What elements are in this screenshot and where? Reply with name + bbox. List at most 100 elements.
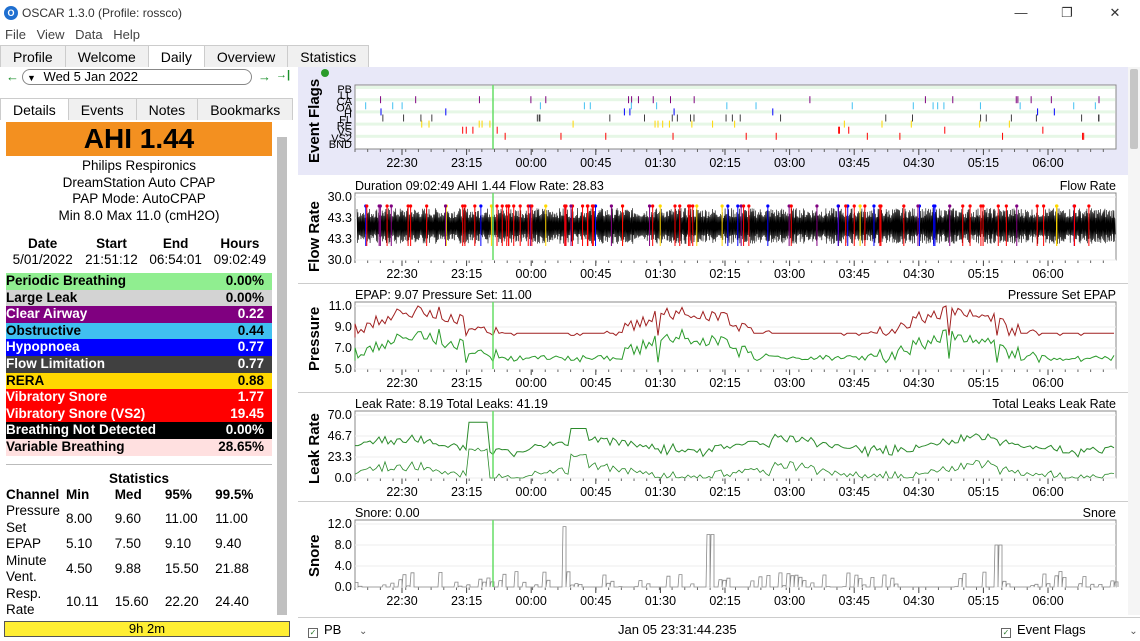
graph-selector-value: Event Flags xyxy=(1017,622,1086,637)
time-tick-label: 00:00 xyxy=(516,267,547,281)
stat-row: Resp. Rate 10.11 15.60 22.20 24.40 xyxy=(6,586,272,615)
flow-event-dot xyxy=(968,204,972,208)
event-flags-graph[interactable]: PB LL CA OA H FL RE VS VS2 BND 22:30 23:15 00:00 00:4… xyxy=(298,67,1128,175)
restore-button[interactable]: ❐ xyxy=(1044,2,1090,24)
flow-event-dot xyxy=(815,204,819,208)
tab-events[interactable]: Events xyxy=(67,98,137,120)
stat-cell: Minute Vent. xyxy=(6,552,47,585)
time-tick-label: 04:30 xyxy=(903,485,934,499)
flow-event-dot xyxy=(691,204,695,208)
time-tick-label: 04:30 xyxy=(903,156,934,170)
flow-event-dot xyxy=(473,204,477,208)
pressure-label: Pressure xyxy=(306,306,323,371)
event-value: 0.88 xyxy=(237,372,264,388)
menu-data[interactable]: Data xyxy=(75,26,102,43)
flow-event-dot xyxy=(406,204,410,208)
flag-row-band xyxy=(356,92,1115,96)
flow-event-dot xyxy=(948,204,952,208)
flow-event-dot xyxy=(1004,204,1008,208)
menu-help[interactable]: Help xyxy=(113,26,140,43)
event-name: Vibratory Snore xyxy=(6,389,108,405)
menu-file[interactable]: File xyxy=(5,26,26,43)
tab-statistics[interactable]: Statistics xyxy=(287,45,370,67)
time-tick-label: 22:30 xyxy=(386,594,417,608)
menu-view[interactable]: View xyxy=(37,26,65,43)
event-name: Large Leak xyxy=(6,289,78,305)
event-value: 0.00% xyxy=(225,273,264,288)
flow-event-dot xyxy=(591,204,595,208)
graph-selector[interactable]: ✓ Event Flags ⌄ xyxy=(1001,622,1138,638)
flag-row-band xyxy=(356,86,1115,89)
flow-event-dot xyxy=(586,204,590,208)
stat-cell: 10.11 xyxy=(66,593,99,609)
time-tick-label: 23:15 xyxy=(451,156,482,170)
event-selector[interactable]: ✓ PB ⌄ xyxy=(308,622,367,638)
flow-event-dot xyxy=(747,204,751,208)
time-tick-label: 03:00 xyxy=(774,376,805,390)
flow-event-dot xyxy=(688,204,692,208)
event-name: RERA xyxy=(6,372,45,388)
flow-event-dot xyxy=(902,204,906,208)
leak-rate-graph[interactable]: 22:30 23:15 00:00 00:45 01:30 02:15 03:00 03:45… xyxy=(298,394,1128,502)
stat-cell: 15.60 xyxy=(114,593,149,609)
flow-event-dot xyxy=(425,204,429,208)
event-row[interactable]: Periodic Breathing 0.00% xyxy=(6,273,272,290)
tab-details[interactable]: Details xyxy=(0,98,69,120)
flow-event-dot xyxy=(389,204,393,208)
next-day-button[interactable]: → xyxy=(258,69,271,84)
flow-event-dot xyxy=(1015,204,1019,208)
leak-rate-line xyxy=(354,447,1115,479)
event-row[interactable]: Large Leak 0.00% xyxy=(6,289,272,307)
calendar-dropdown-icon: ▼ xyxy=(27,73,36,83)
tab-notes[interactable]: Notes xyxy=(135,98,199,120)
time-tick-label: 23:15 xyxy=(451,594,482,608)
tab-overview[interactable]: Overview xyxy=(203,45,289,67)
flag-row-band xyxy=(356,110,1115,114)
event-row[interactable]: Clear Airway 0.22 xyxy=(6,306,272,323)
tab-profile[interactable]: Profile xyxy=(0,45,66,67)
event-row[interactable]: Vibratory Snore (VS2) 19.45 xyxy=(6,405,272,423)
details-scrollbar[interactable] xyxy=(277,137,287,615)
event-row[interactable]: RERA 0.88 xyxy=(6,372,272,390)
time-tick-label: 03:00 xyxy=(774,156,805,170)
tab-welcome[interactable]: Welcome xyxy=(64,45,149,67)
graph-scrollbar[interactable] xyxy=(1128,67,1140,615)
event-flags-plot[interactable]: PBLLCAOAHFLREVSVS2BND22:30 23:15 00:00 00:4… xyxy=(298,67,1128,175)
time-tick-label: 02:15 xyxy=(709,485,740,499)
y-tick-label: 30.0 xyxy=(328,190,352,204)
flow-event-dot xyxy=(580,204,585,208)
close-button[interactable]: ✕ xyxy=(1092,2,1138,24)
details-scrollbar-thumb[interactable] xyxy=(277,137,287,615)
menu-bar: File View Data Help xyxy=(0,26,1140,44)
event-row[interactable]: Variable Breathing 28.65% xyxy=(6,438,272,456)
time-tick-label: 03:45 xyxy=(839,376,870,390)
snore-plot[interactable]: 22:30 23:15 00:00 00:45 01:30 02:15 03:00 03:45… xyxy=(298,503,1128,615)
time-tick-label: 00:45 xyxy=(580,267,611,281)
event-row[interactable]: Breathing Not Detected 0.00% xyxy=(6,422,272,439)
pressure-graph[interactable]: 22:30 23:15 00:00 00:45 01:30 02:15 03:00 03:45… xyxy=(298,285,1128,393)
event-selector-value: PB xyxy=(324,622,342,637)
flow-event-dot xyxy=(863,204,867,208)
flow-rate-graph[interactable]: 22:30 23:15 00:00 00:45 01:30 02:15 03:00 03:45… xyxy=(298,176,1128,284)
prev-day-button[interactable]: ← xyxy=(6,69,19,84)
graph-scrollbar-thumb[interactable] xyxy=(1130,69,1138,149)
stat-header: Min xyxy=(66,486,90,502)
session-hours: 09:02:49 xyxy=(213,251,267,267)
event-row[interactable]: Vibratory Snore 1.77 xyxy=(6,389,272,406)
minimize-button[interactable]: — xyxy=(998,2,1044,24)
time-tick-label: 23:15 xyxy=(451,485,482,499)
status-bar: ✓ PB ⌄ Jan 05 23:31:44.235 ✓ Event Flags ⌄ xyxy=(298,617,1140,641)
pressure-legend: Pressure Set EPAP xyxy=(1007,288,1116,302)
event-row[interactable]: Obstructive 0.44 xyxy=(6,322,272,340)
y-tick-label: 23.3 xyxy=(328,450,352,464)
last-day-button[interactable]: →| xyxy=(276,69,290,81)
tab-daily[interactable]: Daily xyxy=(147,45,205,67)
flag-row-band xyxy=(356,140,1115,144)
stat-cell: 8.00 xyxy=(66,511,93,527)
event-row[interactable]: Hypopnoea 0.77 xyxy=(6,339,272,356)
event-row[interactable]: Flow Limitation 0.77 xyxy=(6,355,272,373)
date-selector[interactable]: ▼ Wed 5 Jan 2022 xyxy=(22,69,252,85)
statistics-title: Statistics xyxy=(108,470,170,486)
snore-graph[interactable]: 22:30 23:15 00:00 00:45 01:30 02:15 03:00 03:45… xyxy=(298,503,1128,615)
tab-bookmarks[interactable]: Bookmarks xyxy=(197,98,294,120)
